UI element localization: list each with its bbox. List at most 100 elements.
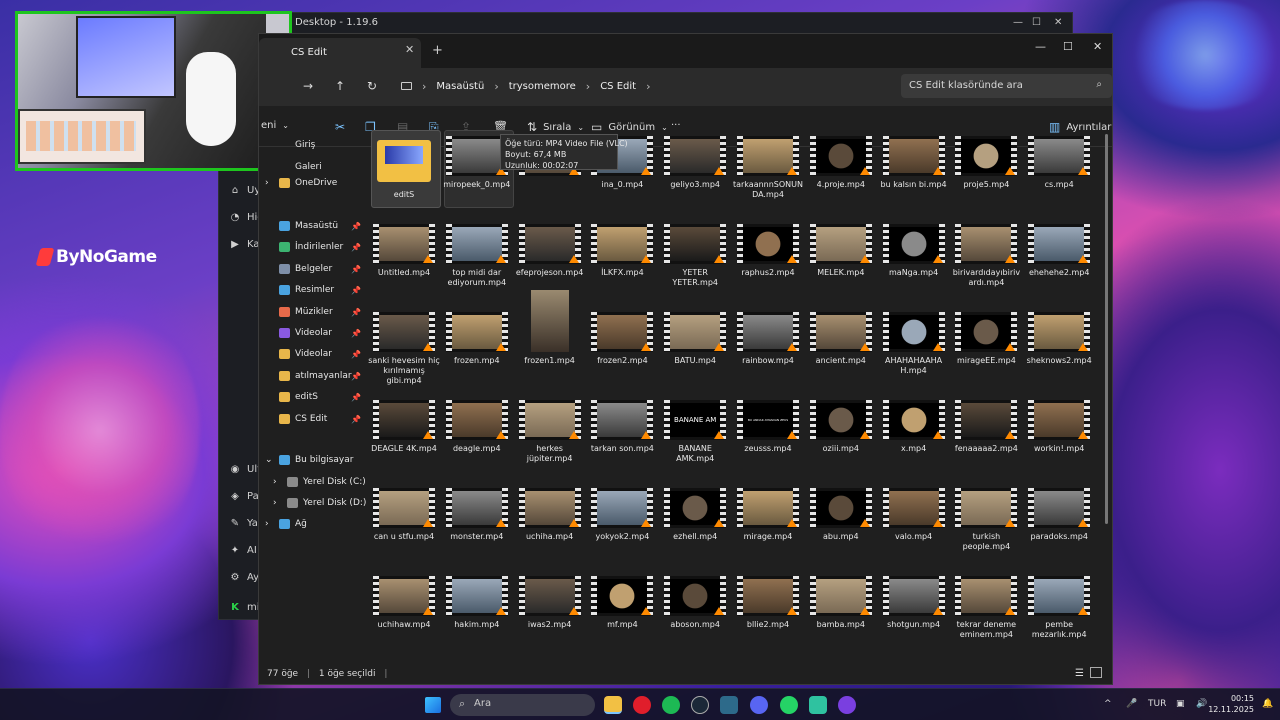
nav-item-pinned[interactable]: Belgeler bbox=[279, 263, 332, 274]
video-file-item[interactable]: herkes jüpiter.mp4 bbox=[514, 400, 586, 464]
chevron-icon[interactable]: › bbox=[273, 477, 277, 487]
nav-item-pinned[interactable]: İndirilenler bbox=[279, 242, 343, 253]
large-icons-view-icon[interactable] bbox=[1090, 667, 1102, 678]
video-file-item[interactable]: tarkan son.mp4 bbox=[586, 400, 658, 454]
video-file-item[interactable]: BANANE AM BANANE AMK.mp4 bbox=[659, 400, 731, 464]
video-file-item[interactable]: BU ANDAK AYNADAN ZEUS zeusss.mp4 bbox=[732, 400, 804, 454]
chevron-up-icon[interactable]: ^ bbox=[1104, 699, 1112, 709]
video-file-item[interactable]: mirageEE.mp4 bbox=[950, 312, 1022, 366]
video-file-item[interactable]: iwas2.mp4 bbox=[514, 576, 586, 630]
video-file-item[interactable]: YETER YETER.mp4 bbox=[659, 224, 731, 288]
video-file-item[interactable]: x.mp4 bbox=[878, 400, 950, 454]
video-file-item[interactable]: İLKFX.mp4 bbox=[586, 224, 658, 278]
video-file-item[interactable]: paradoks.mp4 bbox=[1023, 488, 1095, 542]
opera-icon[interactable] bbox=[633, 696, 651, 714]
file-explorer-icon[interactable] bbox=[604, 696, 622, 714]
maximize-icon[interactable]: ☐ bbox=[1032, 17, 1041, 28]
nav-item-drive-d[interactable]: › Yerel Disk (D:) bbox=[273, 498, 366, 508]
video-file-item[interactable]: maNga.mp4 bbox=[878, 224, 950, 278]
chevron-icon[interactable]: › bbox=[273, 498, 277, 508]
folder-item[interactable]: editS bbox=[368, 136, 440, 200]
nav-item-drive-c[interactable]: › Yerel Disk (C:) bbox=[273, 477, 366, 487]
video-file-item[interactable]: yokyok2.mp4 bbox=[586, 488, 658, 542]
steam-icon[interactable] bbox=[691, 696, 709, 714]
close-icon[interactable]: ✕ bbox=[1054, 17, 1062, 28]
nav-item-this-pc[interactable]: ⌄ Bu bilgisayar bbox=[265, 455, 353, 465]
video-file-item[interactable]: birivardıdayıbiriv ardı.mp4 bbox=[950, 224, 1022, 288]
refresh-icon[interactable]: ↻ bbox=[367, 79, 377, 93]
video-file-item[interactable]: monster.mp4 bbox=[441, 488, 513, 542]
minimize-icon[interactable]: — bbox=[1013, 17, 1023, 28]
video-file-item[interactable]: abu.mp4 bbox=[805, 488, 877, 542]
nav-item-onedrive[interactable]: › OneDrive bbox=[265, 178, 337, 188]
breadcrumb-item[interactable]: trysomemore bbox=[509, 81, 576, 92]
video-file-item[interactable]: bu kalsın bi.mp4 bbox=[878, 136, 950, 190]
vegas-icon[interactable] bbox=[720, 696, 738, 714]
network-icon[interactable]: ▣ bbox=[1176, 699, 1185, 709]
nav-item-gallery[interactable]: Galeri bbox=[279, 162, 322, 172]
tab-cs-edit[interactable]: CS Edit bbox=[259, 38, 421, 68]
video-file-item[interactable]: top midi dar ediyorum.mp4 bbox=[441, 224, 513, 288]
video-file-item[interactable]: uchihaw.mp4 bbox=[368, 576, 440, 630]
background-sidebar-item[interactable]: ✦ AI bbox=[229, 544, 257, 556]
taskbar-search[interactable]: ⌕ Ara bbox=[450, 694, 595, 716]
video-file-item[interactable]: 4.proje.mp4 bbox=[805, 136, 877, 190]
video-file-item[interactable]: raphus2.mp4 bbox=[732, 224, 804, 278]
cut-button[interactable]: ✂ bbox=[335, 120, 345, 134]
video-file-item[interactable]: sheknows2.mp4 bbox=[1023, 312, 1095, 366]
app-icon[interactable] bbox=[809, 696, 827, 714]
video-file-item[interactable]: hakim.mp4 bbox=[441, 576, 513, 630]
breadcrumb[interactable]: › Masaüstü › trysomemore › CS Edit › bbox=[391, 74, 891, 98]
nav-item-pinned[interactable]: Videolar bbox=[279, 328, 332, 338]
video-file-item[interactable]: Untitled.mp4 bbox=[368, 224, 440, 278]
video-file-item[interactable]: frozen1.mp4 bbox=[514, 290, 586, 366]
video-file-item[interactable]: oziii.mp4 bbox=[805, 400, 877, 454]
video-file-item[interactable]: deagle.mp4 bbox=[441, 400, 513, 454]
video-file-item[interactable]: geliyo3.mp4 bbox=[659, 136, 731, 190]
new-tab-icon[interactable]: + bbox=[432, 43, 443, 58]
video-file-item[interactable]: turkish people.mp4 bbox=[950, 488, 1022, 552]
video-file-item[interactable]: ezhell.mp4 bbox=[659, 488, 731, 542]
nav-item-pinned[interactable]: Resimler bbox=[279, 285, 334, 296]
volume-icon[interactable]: 🔊 bbox=[1196, 699, 1207, 709]
breadcrumb-item[interactable]: CS Edit bbox=[600, 81, 636, 92]
video-file-item[interactable]: uchiha.mp4 bbox=[514, 488, 586, 542]
video-file-item[interactable]: mf.mp4 bbox=[586, 576, 658, 630]
video-file-item[interactable]: rainbow.mp4 bbox=[732, 312, 804, 366]
video-file-item[interactable]: aboson.mp4 bbox=[659, 576, 731, 630]
microphone-icon[interactable]: 🎤 bbox=[1126, 699, 1137, 709]
nav-item-pinned[interactable]: Masaüstü bbox=[279, 221, 338, 231]
details-view-icon[interactable]: ☰ bbox=[1075, 668, 1084, 679]
video-file-item[interactable]: BATU.mp4 bbox=[659, 312, 731, 366]
notification-icon[interactable]: 🔔 bbox=[1262, 699, 1273, 709]
video-file-item[interactable]: bamba.mp4 bbox=[805, 576, 877, 630]
video-file-item[interactable]: cs.mp4 bbox=[1023, 136, 1095, 190]
video-file-item[interactable]: proje5.mp4 bbox=[950, 136, 1022, 190]
minimize-icon[interactable]: — bbox=[1035, 40, 1046, 53]
clock[interactable]: 00:15 12.11.2025 bbox=[1208, 693, 1254, 715]
video-file-item[interactable]: frozen.mp4 bbox=[441, 312, 513, 366]
video-file-item[interactable]: frozen2.mp4 bbox=[586, 312, 658, 366]
nav-item-pinned[interactable]: atılmayanlar bbox=[279, 370, 352, 381]
video-file-item[interactable]: pembe mezarlık.mp4 bbox=[1023, 576, 1095, 640]
video-file-item[interactable]: ancient.mp4 bbox=[805, 312, 877, 366]
chevron-icon[interactable]: › bbox=[265, 519, 269, 529]
nav-item-pinned[interactable]: editS bbox=[279, 392, 318, 403]
video-file-item[interactable]: efeprojeson.mp4 bbox=[514, 224, 586, 278]
video-file-item[interactable]: shotgun.mp4 bbox=[878, 576, 950, 630]
video-file-item[interactable]: mirage.mp4 bbox=[732, 488, 804, 542]
video-file-item[interactable]: bllie2.mp4 bbox=[732, 576, 804, 630]
close-icon[interactable]: ✕ bbox=[1093, 40, 1102, 53]
tab-close-icon[interactable]: ✕ bbox=[405, 43, 414, 56]
windows-start-icon[interactable] bbox=[425, 697, 441, 713]
nav-item-pinned[interactable]: Müzikler bbox=[279, 306, 333, 317]
language-indicator[interactable]: TUR bbox=[1148, 699, 1166, 709]
up-arrow-icon[interactable]: ↑ bbox=[335, 79, 345, 93]
breadcrumb-item[interactable]: Masaüstü bbox=[436, 81, 484, 92]
video-file-item[interactable]: tarkaannnSONUNDA.mp4 bbox=[732, 136, 804, 200]
forward-arrow-icon[interactable]: → bbox=[303, 79, 313, 93]
video-file-item[interactable]: workin!.mp4 bbox=[1023, 400, 1095, 454]
video-file-item[interactable]: tekrar deneme eminem.mp4 bbox=[950, 576, 1022, 640]
video-file-item[interactable]: fenaaaaa2.mp4 bbox=[950, 400, 1022, 454]
video-file-item[interactable]: ehehehe2.mp4 bbox=[1023, 224, 1095, 278]
